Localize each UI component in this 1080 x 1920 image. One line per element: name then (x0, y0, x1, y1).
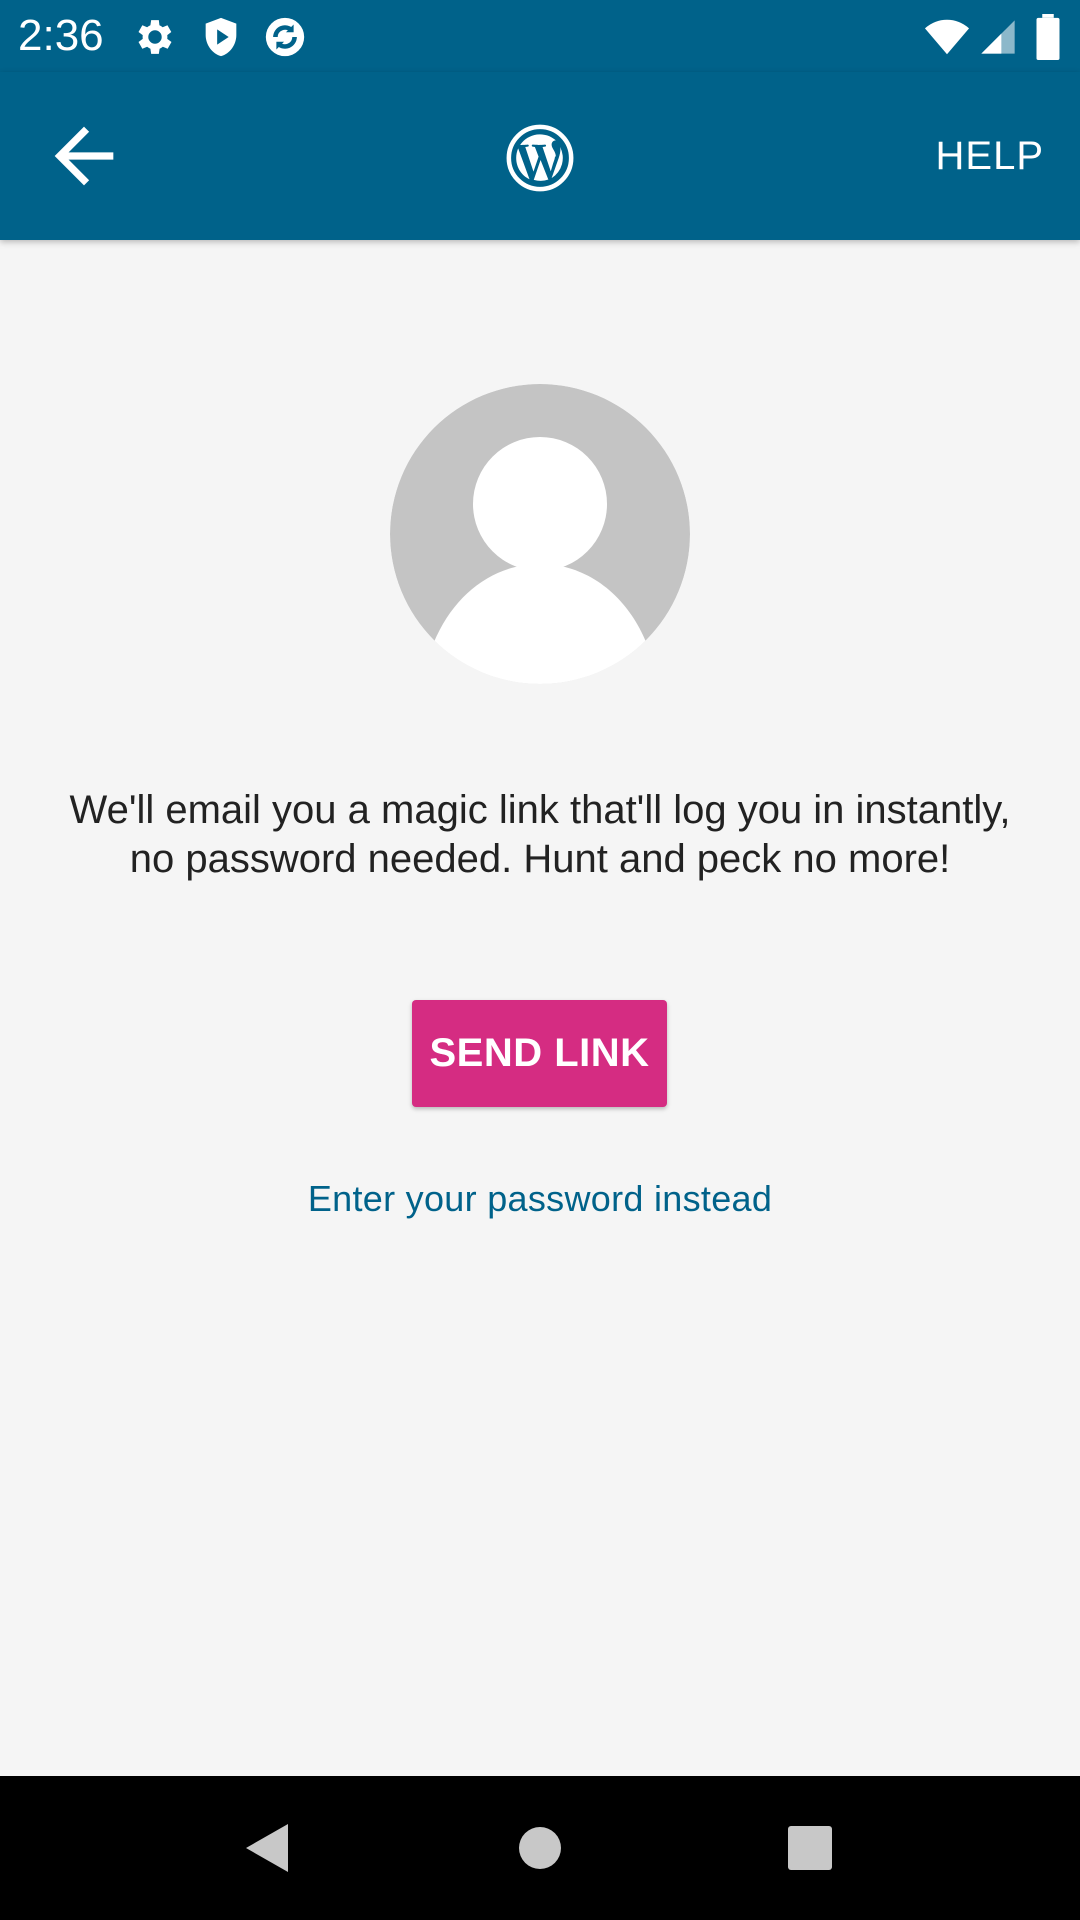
default-avatar-icon (390, 384, 690, 684)
app-bar: HELP (0, 72, 1080, 240)
gear-icon (132, 14, 178, 60)
nav-recents-button[interactable] (760, 1798, 860, 1898)
battery-icon (1034, 14, 1062, 60)
login-magic-link-screen: 2:36 HELP We'll email you a magic link t… (0, 0, 1080, 1920)
status-bar: 2:36 (0, 0, 1080, 72)
back-triangle-icon (246, 1824, 288, 1872)
back-button[interactable] (40, 112, 128, 200)
cell-signal-icon (978, 14, 1018, 60)
arrow-left-icon (54, 126, 114, 186)
sync-app-icon (262, 14, 308, 60)
recents-square-icon (788, 1826, 832, 1870)
system-nav-bar (0, 1776, 1080, 1920)
enter-password-link[interactable]: Enter your password instead (0, 1174, 1080, 1224)
nav-home-button[interactable] (490, 1798, 590, 1898)
message-line-1: We'll email you a magic link that'll log… (69, 788, 1011, 832)
home-circle-icon (519, 1827, 561, 1869)
send-link-button[interactable]: SEND LINK (412, 1000, 667, 1107)
avatar (390, 384, 690, 684)
shield-play-icon (198, 14, 244, 60)
magic-link-message: We'll email you a magic link that'll log… (40, 786, 1040, 884)
status-time: 2:36 (18, 11, 104, 60)
nav-back-button[interactable] (218, 1798, 318, 1898)
wifi-icon (922, 14, 972, 60)
message-line-2: no password needed. Hunt and peck no mor… (129, 837, 951, 881)
wordpress-logo-icon (506, 124, 574, 192)
help-button[interactable]: HELP (936, 132, 1045, 180)
